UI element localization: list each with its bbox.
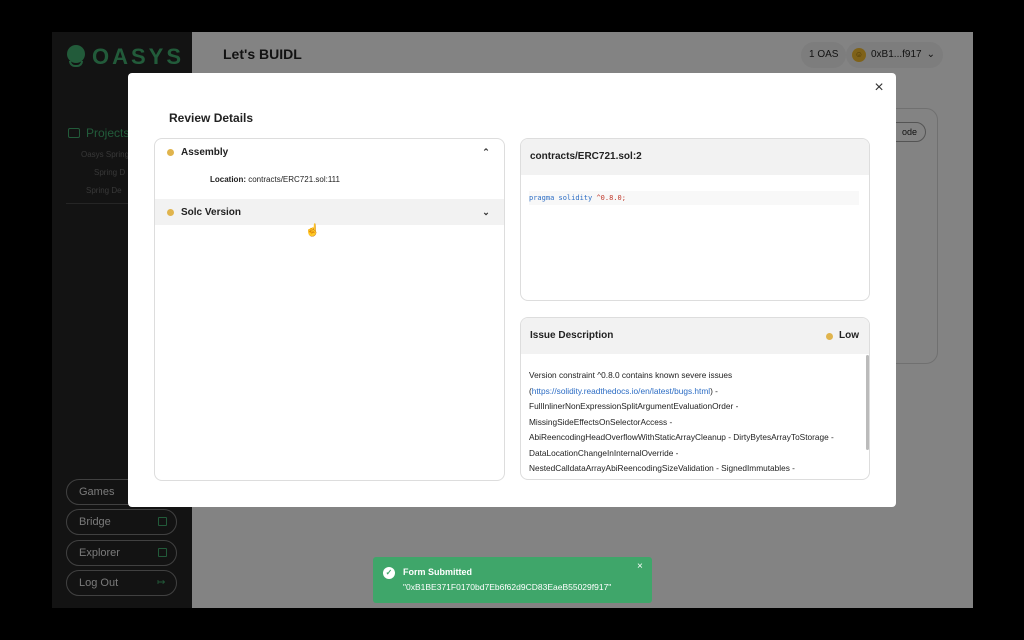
severity-dot: [167, 208, 174, 216]
issue-description: Version constraint ^0.8.0 contains known…: [529, 368, 859, 477]
location-value: contracts/ERC721.sol:111: [248, 175, 340, 184]
issue-card-title: Issue Description: [530, 330, 614, 341]
accordion-item-assembly[interactable]: Assembly ⌃: [155, 139, 504, 165]
code-line: pragma solidity ^0.8.0;: [529, 191, 859, 205]
issue-text-post: ) - FullInlinerNonExpressionSplitArgumen…: [529, 385, 834, 474]
chevron-down-icon: ⌄: [482, 207, 490, 217]
chevron-up-icon: ⌃: [482, 147, 490, 157]
code-card-title: contracts/ERC721.sol:2: [521, 139, 869, 175]
close-icon[interactable]: ×: [637, 561, 643, 572]
close-icon[interactable]: ×: [872, 80, 886, 96]
scrollbar[interactable]: [866, 355, 869, 450]
modal-title: Review Details: [169, 111, 254, 125]
accordion-item-solc-version[interactable]: Solc Version ⌄: [155, 199, 504, 225]
severity-label: Low: [839, 330, 859, 341]
check-circle-icon: ✓: [383, 567, 395, 579]
issue-card: Issue Description Low Version constraint…: [520, 317, 870, 480]
code-value: ^0.8.0;: [596, 194, 626, 202]
review-details-modal: Review Details × Assembly ⌃ Location: co…: [128, 73, 896, 507]
bugs-link[interactable]: https://solidity.readthedocs.io/en/lates…: [532, 386, 710, 396]
issue-card-header: Issue Description Low: [521, 318, 869, 354]
location-label: Location:: [210, 175, 246, 184]
code-card: contracts/ERC721.sol:2 pragma solidity ^…: [520, 138, 870, 301]
location-text: Location: contracts/ERC721.sol:111: [210, 175, 340, 184]
accordion-label: Assembly: [181, 146, 229, 158]
accordion-panel: Assembly ⌃ Location: contracts/ERC721.so…: [154, 138, 505, 481]
toast-message: "0xB1BE371F0170bd7Eb6f62d9CD83EaeB55029f…: [403, 582, 612, 592]
severity-badge: Low: [826, 318, 859, 354]
toast-notification: ✓ Form Submitted "0xB1BE371F0170bd7Eb6f6…: [373, 557, 652, 603]
toast-title: Form Submitted: [403, 567, 472, 577]
severity-dot: [167, 148, 174, 156]
pointer-cursor-icon: ☝: [305, 223, 320, 237]
code-keyword: pragma solidity: [529, 194, 593, 202]
severity-dot: [826, 332, 833, 340]
accordion-label: Solc Version: [181, 206, 242, 218]
